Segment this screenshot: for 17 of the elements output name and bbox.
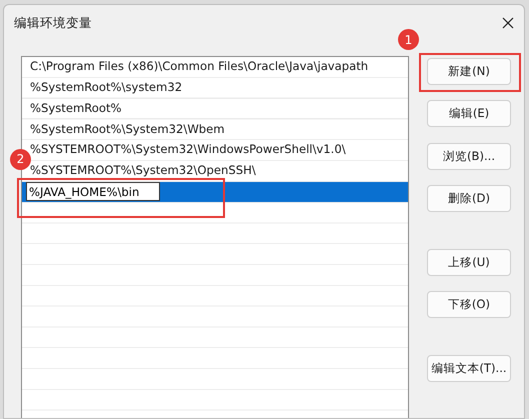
dialog-button[interactable]: 上移(U)	[427, 249, 511, 276]
close-icon[interactable]	[502, 17, 514, 29]
step-number: 2	[10, 148, 31, 170]
dialog-button[interactable]: 编辑文本(T)...	[427, 355, 511, 382]
dialog-button[interactable]: 新建(N)	[427, 58, 511, 85]
dialog-button[interactable]: 删除(D)	[427, 185, 511, 212]
path-item[interactable]: %SystemRoot%	[22, 98, 408, 120]
path-item[interactable]: C:\Program Files (x86)\Common Files\Oracle\Java\javapath	[22, 57, 408, 78]
step-number: 1	[398, 29, 419, 50]
path-row[interactable]: %JAVA_HOME%\bin	[22, 182, 408, 203]
window-title: 编辑环境变量	[14, 14, 92, 32]
dialog-button[interactable]: 下移(O)	[427, 291, 511, 318]
path-item[interactable]: %SystemRoot%\system32	[22, 78, 408, 99]
path-item[interactable]: %SystemRoot%\System32\Wbem	[22, 119, 408, 140]
path-input-field[interactable]: %JAVA_HOME%\bin	[26, 182, 160, 202]
dialog-button[interactable]: 编辑(E)	[427, 100, 511, 127]
dialog-button[interactable]: 浏览(B)...	[427, 143, 511, 170]
